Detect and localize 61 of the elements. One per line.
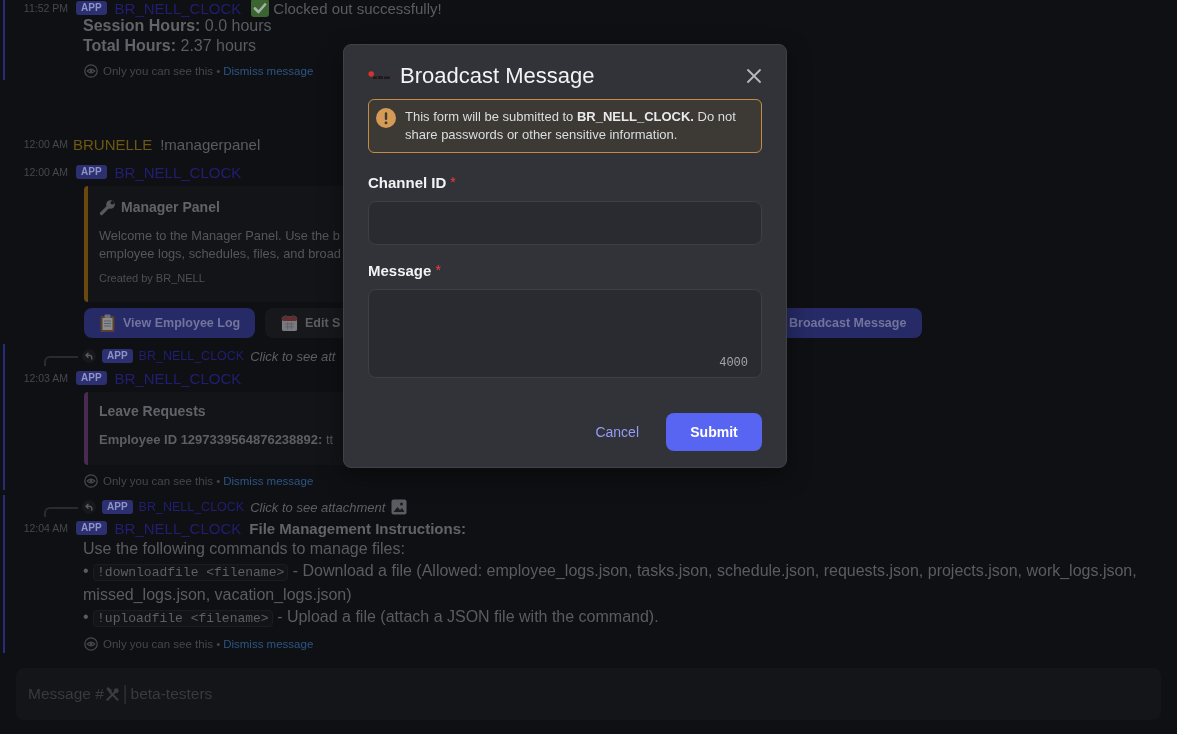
calendar-icon [281,314,298,332]
reply-arrow-icon [82,349,96,363]
inline-code: !downloadfile <filename> [93,564,289,581]
app-tag: APP [76,371,107,385]
textarea-field[interactable]: 4000 [368,289,762,378]
author-name[interactable]: BR_NELL_CLOCK [138,349,245,363]
close-icon[interactable] [746,68,762,84]
cancel-button[interactable]: Cancel [579,413,655,451]
app-tag: APP [76,521,107,535]
author-name[interactable]: BR_NELL_CLOCK [138,500,245,514]
embed-description: employee logs, schedules, files, and broad [99,245,341,263]
app-tag: APP [102,349,133,363]
eye-icon [84,474,98,488]
embed-field: Employee ID 1297339564876238892: tt [99,431,334,449]
clipboard-icon [99,314,116,332]
embed-title: Leave Requests [99,403,206,419]
app-tag: APP [76,165,107,179]
author-name[interactable]: BRUNELLE [73,135,153,153]
message-text: Session Hours: 0.0 hours [83,17,273,36]
embed-title: Manager Panel [121,199,220,215]
app-tag: APP [102,500,133,514]
dialog-title: Broadcast Message [400,63,595,89]
hammer-wrench-icon [104,686,120,702]
reply-connector-icon [44,507,78,517]
author-name[interactable]: BR_NELL_CLOCK [114,163,242,181]
app-tag: APP [76,1,107,15]
author-name[interactable]: BR_NELL_CLOCK [114,0,242,17]
action-button[interactable]: View Employee Log [84,308,255,338]
required-mark: * [435,262,441,278]
eye-icon [84,64,98,78]
reply-preview[interactable]: Click to see att [250,348,336,364]
message-text: Total Hours: 2.37 hours [83,36,258,56]
dismiss-link[interactable]: Dismiss message [223,475,314,487]
eye-icon [84,637,98,651]
reply-arrow-icon [82,500,96,514]
message-text: File Management Instructions: [249,519,466,537]
author-name[interactable]: BR_NELL_CLOCK [114,369,242,387]
inline-code: !uploadfile <filename> [93,610,273,627]
message-text: • !uploadfile <filename> - Upload a file (attach a JSON file with the command). [83,607,660,629]
character-counter: 4000 [719,356,748,370]
warning-icon [376,108,396,128]
dismiss-link[interactable]: Dismiss message [223,638,314,650]
reply-connector-icon [44,356,78,366]
embed-footer: Created by BR_NELL [99,270,341,286]
embed-description: Welcome to the Manager Panel. Use the b [99,227,341,245]
wrench-icon [99,198,116,216]
checkmark-icon [251,0,270,17]
reply-preview[interactable]: Click to see attachment [250,499,386,515]
message-text: Clocked out successfully! [273,0,442,17]
message-text: !managerpanel [160,135,261,153]
field-label: Channel ID [368,173,447,191]
field-label: Message [368,261,432,279]
submit-button[interactable]: Submit [666,413,762,451]
author-name[interactable]: BR_NELL_CLOCK [114,519,242,537]
message-text: • !downloadfile <filename> - Download a file (Allowed: employee_logs.json, tasks.json, schedule.json, requests.json, projects.json, work_logs.json, missed_logs.json, vacation_logs.json) [83,561,1138,605]
dismiss-link[interactable]: Dismiss message [223,65,314,77]
required-mark: * [450,174,456,190]
logo-icon [368,70,392,82]
message-text: Use the following commands to manage files: [83,539,406,559]
image-icon [391,499,408,515]
warning-text: This form will be submitted to BR_NELL_CLOCK. Do not share passwords or other sensitive information. [405,108,737,144]
